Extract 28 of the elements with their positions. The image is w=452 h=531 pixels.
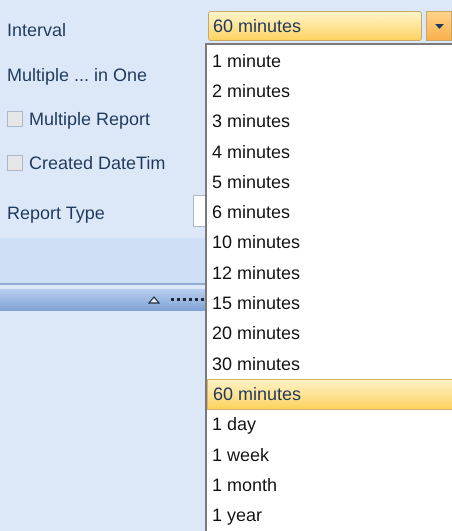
dropdown-option[interactable]: 15 minutes bbox=[207, 288, 452, 319]
caret-icon bbox=[434, 24, 444, 28]
dropdown-option[interactable]: 3 minutes bbox=[207, 106, 452, 137]
grip-icon bbox=[170, 298, 206, 302]
dropdown-option[interactable]: 5 minutes bbox=[207, 167, 452, 198]
checkbox-label: Multiple Report bbox=[29, 108, 150, 131]
collapse-icon bbox=[148, 296, 160, 304]
combo-value: 60 minutes bbox=[213, 14, 302, 38]
field-label: Interval bbox=[7, 19, 66, 42]
checkbox[interactable] bbox=[7, 111, 23, 127]
dropdown-option[interactable]: 1 day bbox=[207, 410, 452, 440]
dropdown-option[interactable]: 12 minutes bbox=[207, 258, 452, 288]
dropdown-option[interactable]: 20 minutes bbox=[207, 318, 452, 349]
dropdown-option[interactable]: 1 month bbox=[207, 470, 452, 500]
dropdown-option[interactable]: 1 week bbox=[207, 440, 452, 470]
checkbox-label: Created DateTim bbox=[29, 152, 166, 174]
dropdown-option[interactable]: 6 minutes bbox=[207, 197, 452, 228]
field-label: Report Type bbox=[7, 202, 105, 225]
dropdown-option[interactable]: 30 minutes bbox=[207, 348, 452, 380]
dropdown-option[interactable]: 2 minutes bbox=[207, 76, 452, 107]
field-label: Multiple ... in One bbox=[7, 64, 148, 87]
dropdown-option[interactable]: 60 minutes bbox=[207, 379, 452, 410]
dropdown-option[interactable]: 1 year bbox=[207, 500, 452, 531]
dropdown-option[interactable]: 4 minutes bbox=[207, 136, 452, 168]
dropdown-option[interactable]: 1 minute bbox=[207, 46, 452, 76]
checkbox[interactable] bbox=[7, 155, 23, 171]
dropdown-button[interactable] bbox=[426, 11, 452, 41]
dropdown-option[interactable]: 10 minutes bbox=[207, 228, 452, 258]
